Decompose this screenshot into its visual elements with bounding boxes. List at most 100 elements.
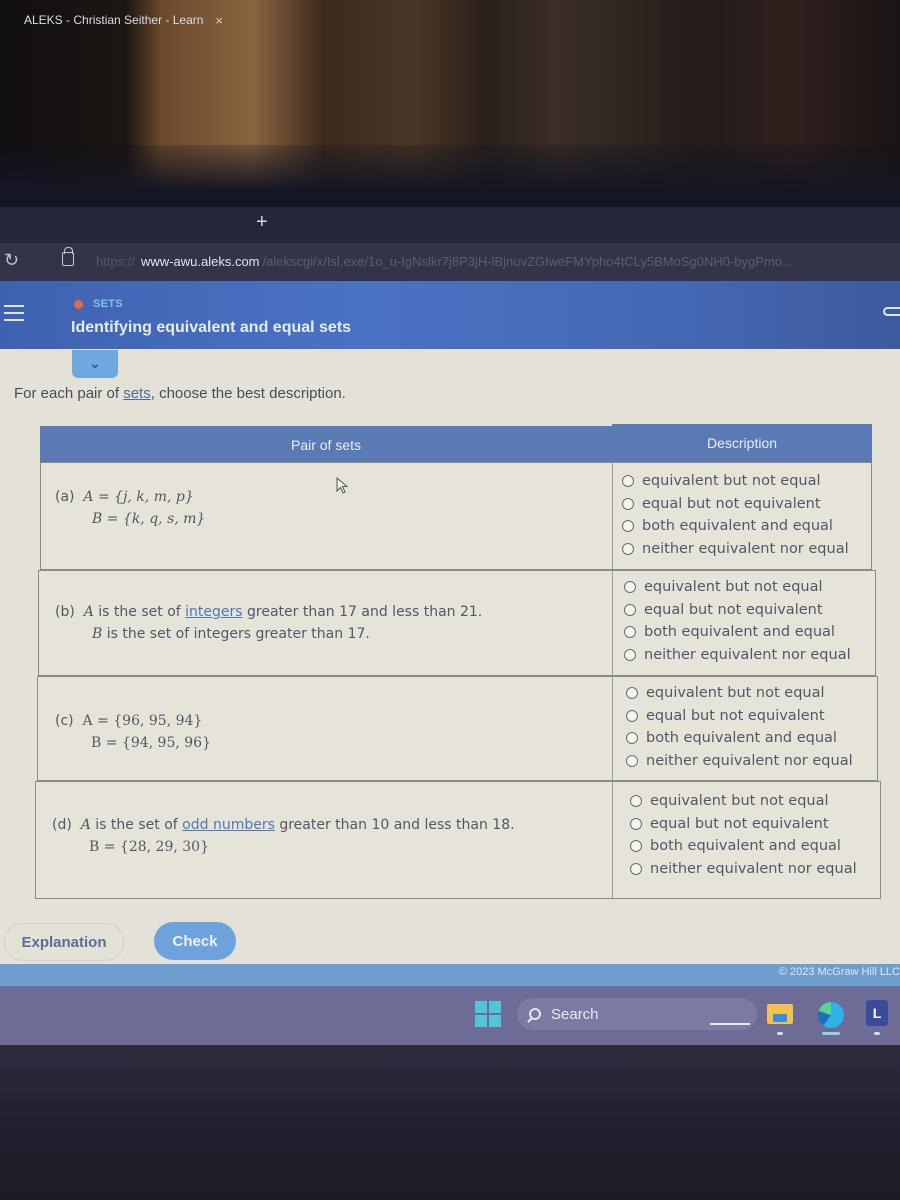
radio-button-icon[interactable] (630, 795, 642, 808)
radio-button-icon[interactable] (624, 626, 636, 639)
topic-label: SETS (93, 298, 123, 310)
radio-button-icon[interactable] (622, 475, 634, 488)
url-host: www-awu.aleks.com (141, 254, 260, 269)
url-field[interactable]: https:// www-awu.aleks.com/alekscgi/x/Isl… (96, 254, 900, 269)
option-label: neither equivalent nor equal (650, 860, 857, 877)
pair-label: (b) (55, 604, 75, 620)
explanation-button[interactable]: Explanation (4, 923, 124, 961)
option-label: neither equivalent nor equal (646, 752, 853, 769)
column-divider (612, 677, 613, 780)
column-divider (612, 571, 613, 675)
footer-bar (0, 964, 900, 986)
option-both[interactable]: both equivalent and equal (630, 835, 857, 858)
radio-button-icon[interactable] (624, 648, 636, 661)
option-label: neither equivalent nor equal (642, 540, 849, 557)
option-equal-not-equivalent[interactable]: equal but not equivalent (622, 493, 849, 516)
column-divider (612, 463, 613, 569)
option-neither[interactable]: neither equivalent nor equal (630, 858, 857, 881)
option-equal-not-equivalent[interactable]: equal but not equivalent (624, 599, 851, 622)
column-divider (612, 782, 613, 898)
copyright-text: © 2023 McGraw Hill LLC (778, 966, 900, 978)
chevron-down-icon: ⌄ (89, 356, 101, 371)
option-equal-not-equivalent[interactable]: equal but not equivalent (630, 813, 857, 836)
option-label: both equivalent and equal (650, 838, 841, 855)
option-label: equivalent but not equal (644, 579, 823, 596)
radio-button-icon[interactable] (626, 687, 638, 700)
column-header-pair-of-sets: Pair of sets (40, 426, 612, 464)
reload-icon[interactable]: ↻ (4, 250, 19, 271)
radio-button-icon[interactable] (622, 520, 634, 533)
edge-browser-icon[interactable] (818, 1002, 844, 1028)
check-button[interactable]: Check (154, 922, 236, 960)
radio-button-icon[interactable] (622, 542, 634, 555)
option-label: equal but not equivalent (646, 707, 825, 724)
monitor-bezel-top (0, 145, 900, 210)
option-label: equal but not equivalent (642, 495, 821, 512)
lock-icon[interactable] (62, 247, 74, 266)
lesson-title: Identifying equivalent and equal sets (71, 319, 352, 336)
windows-start-icon[interactable] (475, 1001, 501, 1027)
option-label: equivalent but not equal (650, 793, 829, 810)
radio-button-icon[interactable] (626, 732, 638, 745)
close-tab-icon[interactable]: × (215, 13, 223, 28)
option-equal-not-equivalent[interactable]: equal but not equivalent (626, 705, 853, 728)
option-label: both equivalent and equal (642, 518, 833, 535)
collapse-header-button[interactable]: ⌄ (72, 350, 118, 378)
taskbar-indicator-active (822, 1032, 840, 1035)
instruction-suffix: , choose the best description. (150, 385, 346, 402)
radio-button-icon[interactable] (622, 497, 634, 510)
option-label: both equivalent and equal (644, 624, 835, 641)
radio-button-icon[interactable] (624, 581, 636, 594)
radio-button-icon[interactable] (630, 862, 642, 875)
option-equivalent-not-equal[interactable]: equivalent but not equal (630, 790, 857, 813)
set-a-definition: A = {j, k, m, p} (83, 489, 194, 505)
lockdown-browser-icon[interactable]: L (866, 1000, 888, 1026)
option-both[interactable]: both equivalent and equal (622, 515, 849, 538)
option-neither[interactable]: neither equivalent nor equal (624, 644, 851, 667)
option-equivalent-not-equal[interactable]: equivalent but not equal (622, 470, 849, 493)
radio-button-icon[interactable] (626, 754, 638, 767)
odd-numbers-link[interactable]: odd numbers (182, 817, 275, 833)
url-protocol: https:// (96, 254, 136, 269)
radio-group-d: equivalent but not equal equal but not e… (630, 790, 857, 880)
radio-group-c: equivalent but not equal equal but not e… (626, 682, 853, 772)
option-label: equivalent but not equal (642, 473, 821, 490)
set-b-definition: B = {28, 29, 30} (89, 839, 209, 855)
option-label: equal but not equivalent (650, 815, 829, 832)
aleks-header (0, 281, 900, 349)
browser-tab[interactable]: ALEKS - Christian Seither - Learn × (0, 4, 245, 36)
menu-icon[interactable] (4, 305, 24, 326)
option-both[interactable]: both equivalent and equal (624, 621, 851, 644)
radio-button-icon[interactable] (630, 840, 642, 853)
set-b-definition: B = {k, q, s, m} (92, 511, 206, 527)
topic-status-dot-icon (74, 300, 83, 309)
monitor-bezel-bottom (0, 1045, 900, 1200)
sets-link[interactable]: sets (123, 385, 151, 402)
radio-button-icon[interactable] (630, 817, 642, 830)
new-tab-button[interactable]: + (256, 212, 268, 232)
tab-title: ALEKS - Christian Seither - Learn (24, 13, 204, 27)
search-icon (529, 1008, 541, 1020)
option-label: both equivalent and equal (646, 730, 837, 747)
instruction-prefix: For each pair of (14, 385, 124, 402)
option-label: equal but not equivalent (644, 601, 823, 618)
radio-button-icon[interactable] (626, 709, 638, 722)
column-header-description: Description (612, 424, 872, 462)
option-label: equivalent but not equal (646, 685, 825, 702)
option-equivalent-not-equal[interactable]: equivalent but not equal (626, 682, 853, 705)
option-neither[interactable]: neither equivalent nor equal (622, 538, 849, 561)
header-side-tab-icon[interactable] (883, 307, 900, 316)
set-a-suffix: greater than 10 and less than 18. (274, 817, 515, 833)
set-a-suffix: greater than 17 and less than 21. (242, 604, 483, 620)
radio-button-icon[interactable] (624, 603, 636, 616)
set-a-text: is the set of (90, 817, 183, 833)
set-a-text-visible: is the set of (93, 604, 186, 620)
option-equivalent-not-equal[interactable]: equivalent but not equal (624, 576, 851, 599)
integers-link[interactable]: integers (185, 604, 242, 620)
set-b-definition: B = {94, 95, 96} (91, 735, 211, 751)
option-neither[interactable]: neither equivalent nor equal (626, 750, 853, 773)
pair-a: (a) A = {j, k, m, p} B = {k, q, s, m} (55, 486, 205, 530)
instruction-text: For each pair of sets, choose the best d… (14, 385, 346, 402)
option-both[interactable]: both equivalent and equal (626, 727, 853, 750)
file-explorer-icon[interactable] (767, 1004, 793, 1024)
